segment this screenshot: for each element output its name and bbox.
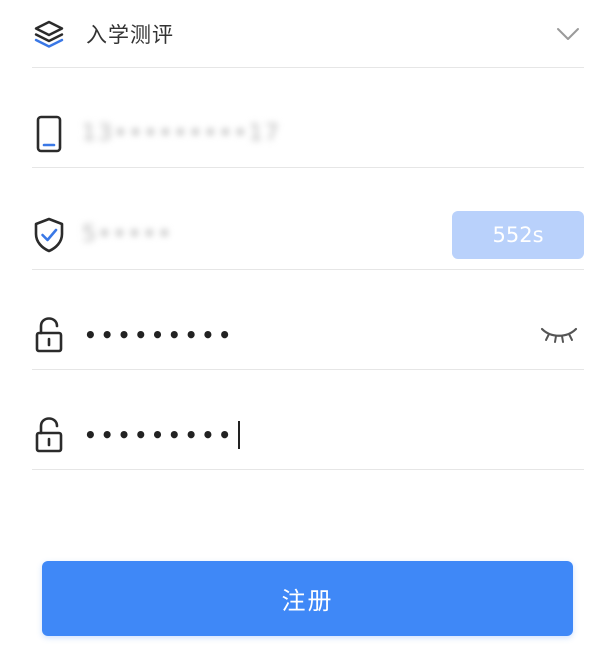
phone-field-row: 13•••••••••17 bbox=[32, 100, 584, 168]
assessment-select-label: 入学测评 bbox=[86, 22, 174, 47]
confirm-password-row: ••••••••• bbox=[32, 400, 584, 470]
shield-check-icon bbox=[32, 215, 66, 255]
eye-closed-icon[interactable] bbox=[538, 321, 580, 349]
chevron-down-icon[interactable] bbox=[554, 20, 582, 48]
register-button[interactable]: 注册 bbox=[42, 561, 573, 636]
layers-icon bbox=[32, 14, 66, 54]
phone-icon bbox=[32, 114, 66, 154]
unlock-icon bbox=[32, 315, 66, 355]
confirm-password-value: ••••••••• bbox=[84, 422, 236, 447]
text-caret bbox=[238, 420, 241, 449]
send-code-button[interactable]: 552s bbox=[452, 210, 584, 259]
password-input[interactable]: ••••••••• bbox=[84, 323, 235, 347]
assessment-select[interactable]: 入学测评 bbox=[32, 0, 584, 68]
unlock-icon bbox=[32, 415, 66, 455]
verification-code-input[interactable]: 5••••• bbox=[82, 222, 173, 247]
verification-code-row: 5••••• 552s bbox=[32, 200, 584, 270]
confirm-password-input[interactable]: ••••••••• bbox=[84, 420, 241, 449]
phone-input[interactable]: 13•••••••••17 bbox=[82, 121, 281, 146]
password-row: ••••••••• bbox=[32, 300, 584, 370]
